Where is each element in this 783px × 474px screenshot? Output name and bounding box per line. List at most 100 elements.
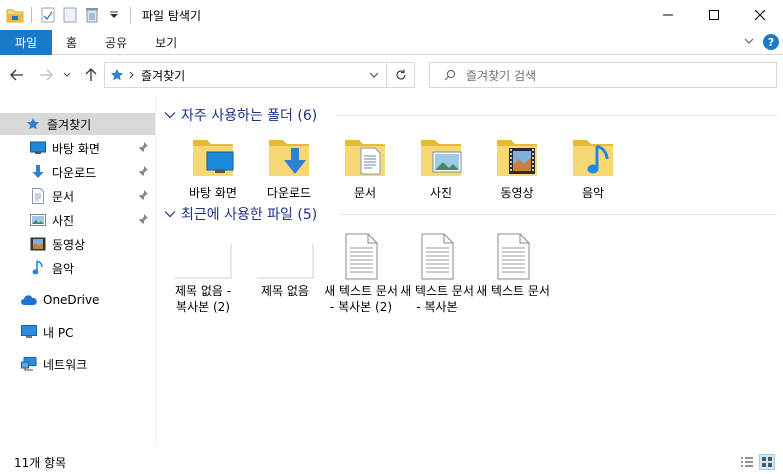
download-folder-icon	[265, 134, 313, 182]
title-bar: 파일 탐색기	[0, 0, 783, 30]
recent-file-tile[interactable]: 새 텍스트 문서 - 복사본 (2)	[323, 232, 399, 315]
large-icons-view-button[interactable]	[759, 454, 775, 470]
minimize-icon	[663, 14, 673, 16]
sidebar-item-label: 동영상	[52, 237, 86, 252]
refresh-button[interactable]	[387, 62, 415, 88]
text-file-icon	[413, 232, 461, 280]
file-name: 제목 없음 - 복사본 (2)	[174, 284, 232, 314]
folder-name: 사진	[429, 186, 453, 200]
details-view-button[interactable]	[739, 454, 755, 470]
folder-tile-music[interactable]: 음악	[555, 134, 631, 201]
desktop-icon	[29, 139, 47, 157]
file-explorer-icon	[6, 6, 24, 24]
arrow-up-icon	[85, 68, 97, 81]
folder-name: 동영상	[500, 186, 534, 200]
file-name: 새 텍스트 문서	[476, 284, 550, 298]
minimize-button[interactable]	[645, 0, 691, 30]
recent-file-tile[interactable]: 새 텍스트 문서	[475, 232, 551, 299]
chevron-down-icon	[369, 72, 379, 78]
back-button[interactable]	[6, 64, 28, 86]
recent-file-tile[interactable]: 제목 없음	[247, 232, 323, 299]
sidebar-item-onedrive[interactable]: OneDrive	[0, 289, 155, 311]
tab-view[interactable]: 보기	[141, 30, 191, 55]
search-input[interactable]: 즐겨찾기 검색	[466, 67, 536, 84]
recent-file-tile[interactable]: 제목 없음 - 복사본 (2)	[165, 232, 241, 315]
close-button[interactable]	[737, 0, 783, 30]
picture-icon	[29, 211, 47, 229]
folder-name: 다운로드	[266, 186, 312, 200]
folder-tile-pictures[interactable]: 사진	[403, 134, 479, 201]
quick-access-toolbar: 파일 탐색기	[0, 0, 201, 30]
folder-name: 문서	[353, 186, 377, 200]
sidebar-item-label: OneDrive	[43, 293, 100, 307]
blank-image-icon	[256, 232, 314, 280]
recent-file-tile[interactable]: 새 텍스트 문서 - 복사본	[399, 232, 475, 315]
group-title: 최근에 사용한 파일 (5)	[181, 207, 318, 223]
folder-tile-documents[interactable]: 문서	[327, 134, 403, 201]
address-row: 즐겨찾기 즐겨찾기 검색	[0, 56, 783, 94]
pin-icon[interactable]	[137, 213, 149, 225]
frequent-folders-header[interactable]: 자주 사용하는 폴더 (6)	[163, 104, 317, 126]
sidebar-item-label: 사진	[52, 213, 75, 228]
chevron-down-icon	[63, 72, 71, 77]
item-count: 11개 항목	[14, 455, 67, 470]
star-icon	[110, 68, 124, 82]
expand-ribbon-button[interactable]	[743, 35, 755, 50]
new-folder-icon[interactable]	[61, 6, 79, 24]
customize-toolbar-icon[interactable]	[105, 6, 123, 24]
search-icon	[444, 69, 456, 81]
document-icon	[29, 187, 47, 205]
sidebar-item-label: 바탕 화면	[52, 141, 100, 156]
sidebar-item-desktop[interactable]: 바탕 화면	[0, 137, 155, 159]
music-icon	[29, 259, 47, 277]
sidebar-item-network[interactable]: 네트워크	[0, 353, 155, 375]
window-controls	[645, 0, 783, 30]
help-icon[interactable]: ?	[763, 34, 779, 50]
sidebar-item-label: 내 PC	[43, 325, 74, 340]
tab-share[interactable]: 공유	[91, 30, 141, 55]
window-title: 파일 탐색기	[142, 8, 202, 23]
pin-icon[interactable]	[137, 141, 149, 153]
pin-icon[interactable]	[137, 189, 149, 201]
sidebar-item-label: 즐겨찾기	[47, 117, 92, 132]
folder-tile-downloads[interactable]: 다운로드	[251, 134, 327, 201]
details-view-icon	[741, 457, 753, 467]
sidebar-item-pictures[interactable]: 사진	[0, 209, 155, 231]
refresh-icon	[395, 69, 406, 80]
tab-home[interactable]: 홈	[52, 30, 91, 55]
file-name: 제목 없음	[261, 284, 309, 298]
sidebar-item-music[interactable]: 음악	[0, 257, 155, 279]
folder-tile-videos[interactable]: 동영상	[479, 134, 555, 201]
computer-icon	[20, 323, 38, 341]
maximize-button[interactable]	[691, 0, 737, 30]
close-icon	[755, 10, 765, 20]
pin-icon[interactable]	[137, 165, 149, 177]
sidebar-item-label: 네트워크	[43, 357, 88, 372]
text-file-icon	[489, 232, 537, 280]
search-box[interactable]: 즐겨찾기 검색	[429, 62, 777, 88]
chevron-down-icon	[163, 108, 177, 122]
breadcrumb[interactable]: 즐겨찾기	[141, 67, 185, 84]
sidebar-item-videos[interactable]: 동영상	[0, 233, 155, 255]
tab-file[interactable]: 파일	[0, 29, 52, 55]
address-history-button[interactable]	[362, 63, 386, 87]
folder-name: 바탕 화면	[189, 186, 237, 200]
large-icons-view-icon	[762, 457, 772, 467]
up-button[interactable]	[80, 64, 102, 86]
breadcrumb-separator-icon[interactable]	[129, 71, 135, 79]
recent-files-header[interactable]: 최근에 사용한 파일 (5)	[163, 203, 317, 225]
recent-locations-button[interactable]	[60, 64, 74, 86]
sidebar-item-downloads[interactable]: 다운로드	[0, 161, 155, 183]
properties-icon[interactable]	[39, 6, 57, 24]
sidebar-item-documents[interactable]: 문서	[0, 185, 155, 207]
address-bar[interactable]: 즐겨찾기	[104, 62, 387, 88]
sidebar-item-this-pc[interactable]: 내 PC	[0, 321, 155, 343]
download-icon	[29, 163, 47, 181]
cloud-icon	[20, 291, 38, 309]
forward-button[interactable]	[35, 64, 57, 86]
delete-icon[interactable]	[83, 6, 101, 24]
folder-tile-desktop[interactable]: 바탕 화면	[175, 134, 251, 201]
maximize-icon	[709, 10, 719, 20]
file-name: 새 텍스트 문서 - 복사본 (2)	[324, 284, 398, 314]
sidebar-item-quick-access[interactable]: 즐겨찾기	[0, 113, 155, 135]
